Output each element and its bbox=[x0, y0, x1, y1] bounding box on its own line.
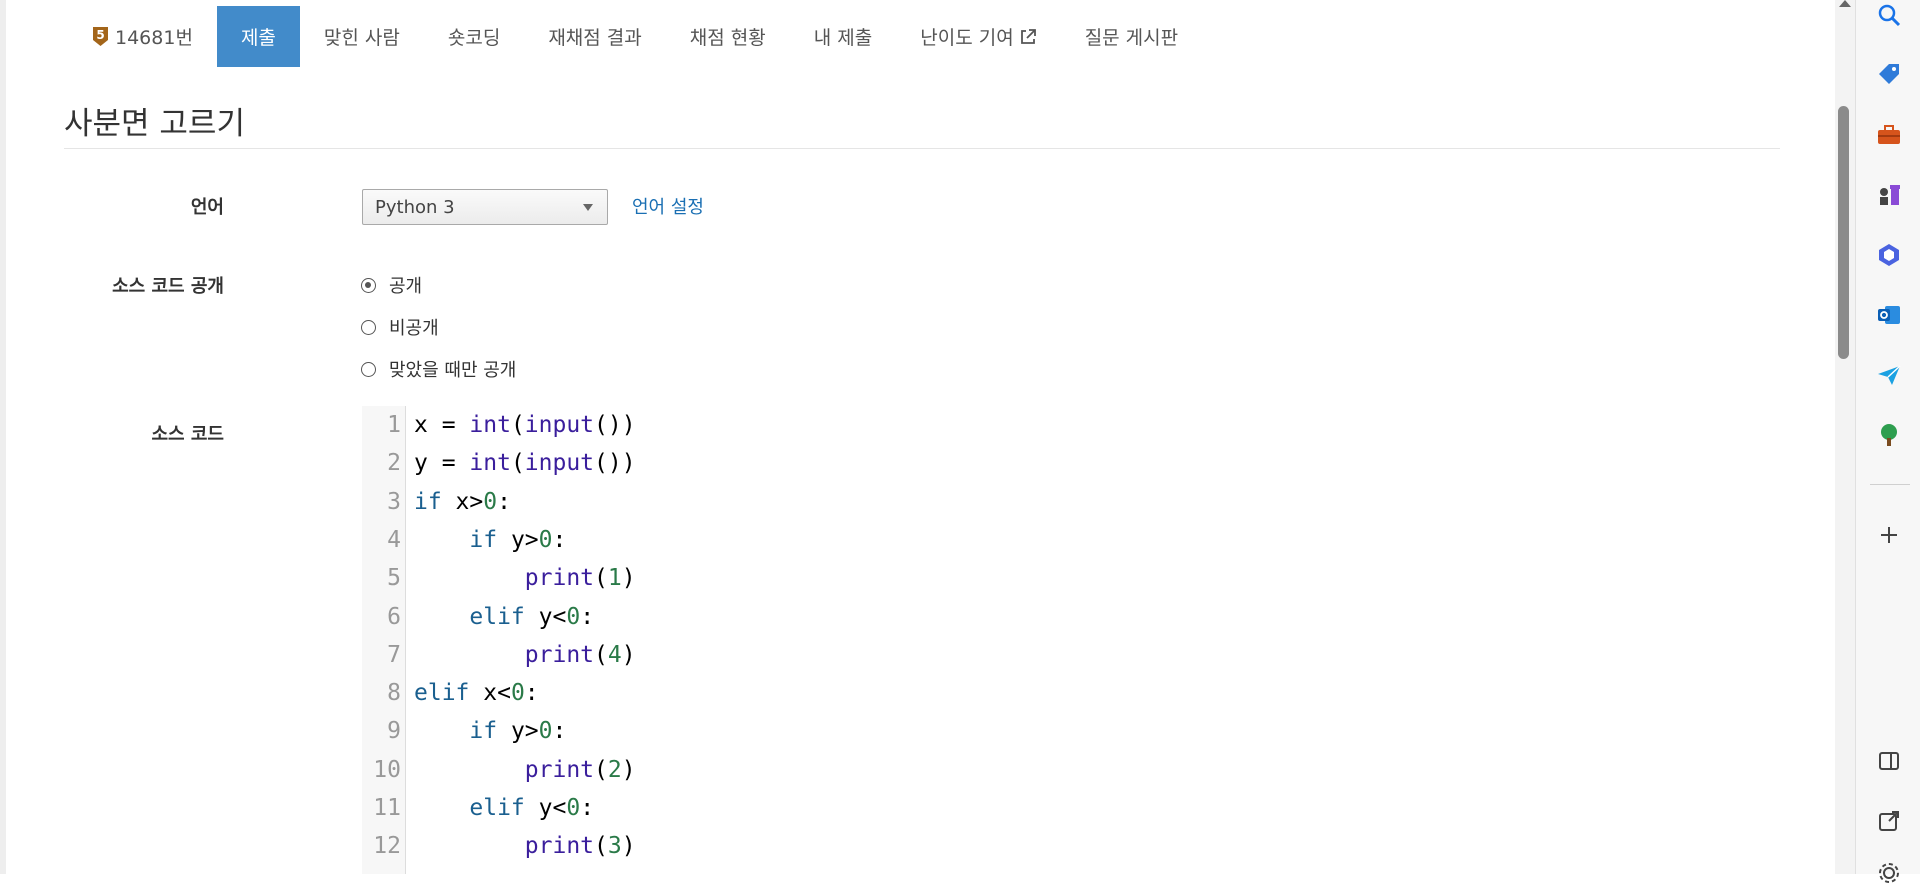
language-selected-value: Python 3 bbox=[375, 196, 455, 218]
search-icon[interactable] bbox=[1876, 2, 1902, 28]
visibility-option-private[interactable]: 비공개 bbox=[361, 314, 439, 340]
page-scrollbar[interactable] bbox=[1835, 0, 1855, 874]
line-number: 6 bbox=[387, 603, 401, 630]
scroll-up-arrow-icon[interactable] bbox=[1839, 0, 1851, 7]
line-number: 2 bbox=[387, 450, 401, 477]
tab-solvers[interactable]: 맞힌 사람 bbox=[300, 6, 424, 67]
toolbox-icon[interactable] bbox=[1876, 122, 1902, 148]
problem-nav: 5 14681번 제출 맞힌 사람 숏코딩 재채점 결과 채점 현황 내 제출 … bbox=[64, 6, 1202, 67]
tab-judge-status[interactable]: 채점 현황 bbox=[666, 6, 790, 67]
dropdown-caret-icon bbox=[583, 204, 593, 211]
radio-accepted-only[interactable] bbox=[361, 361, 376, 377]
browser-sidebar bbox=[1855, 0, 1920, 883]
code-text: x = int(input()) bbox=[414, 412, 636, 438]
title-divider bbox=[64, 148, 1780, 149]
page-title: 사분면 고르기 bbox=[64, 106, 245, 142]
visibility-option-public[interactable]: 공개 bbox=[361, 272, 422, 298]
tab-difficulty-contribution[interactable]: 난이도 기여 bbox=[896, 6, 1060, 67]
code-text: print(1) bbox=[524, 565, 636, 592]
external-open-icon[interactable] bbox=[1876, 808, 1902, 834]
settings-icon[interactable] bbox=[1876, 860, 1902, 886]
tab-short-coding[interactable]: 숏코딩 bbox=[424, 6, 524, 67]
main-area: 5 14681번 제출 맞힌 사람 숏코딩 재채점 결과 채점 현황 내 제출 … bbox=[0, 0, 1835, 874]
code-text: print(3) bbox=[524, 833, 636, 860]
tier-badge-icon: 5 bbox=[93, 27, 108, 46]
copilot-icon[interactable] bbox=[1876, 242, 1902, 268]
line-number: 10 bbox=[373, 756, 401, 783]
code-text: elif x<0: bbox=[414, 680, 539, 707]
line-number: 7 bbox=[387, 641, 401, 668]
tab-question-board[interactable]: 질문 게시판 bbox=[1061, 6, 1202, 67]
code-text: elif y<0: bbox=[469, 603, 595, 630]
line-number: 3 bbox=[387, 488, 401, 515]
radio-public[interactable] bbox=[361, 277, 376, 293]
code-text: y = int(input()) bbox=[414, 450, 636, 477]
line-number: 11 bbox=[373, 795, 401, 821]
language-label: 언어 bbox=[190, 197, 224, 218]
send-icon[interactable] bbox=[1876, 362, 1902, 388]
nav-problem-number[interactable]: 5 14681번 bbox=[64, 6, 217, 67]
external-link-icon bbox=[1020, 28, 1036, 44]
tab-rejudge-result[interactable]: 재채점 결과 bbox=[524, 6, 665, 67]
tab-my-submissions[interactable]: 내 제출 bbox=[790, 6, 896, 67]
code-text: elif y<0: bbox=[469, 795, 595, 821]
line-number: 1 bbox=[387, 412, 401, 438]
tab-submit[interactable]: 제출 bbox=[216, 6, 300, 67]
svg-text:5: 5 bbox=[96, 28, 104, 42]
tree-icon[interactable] bbox=[1876, 422, 1902, 448]
problem-number-label: 14681번 bbox=[115, 27, 193, 49]
line-number: 5 bbox=[387, 565, 401, 592]
code-text: print(4) bbox=[524, 641, 636, 668]
language-settings-link[interactable]: 언어 설정 bbox=[632, 193, 704, 219]
visibility-label: 소스 코드 공개 bbox=[112, 276, 224, 297]
radio-private[interactable] bbox=[361, 319, 376, 335]
visibility-option-accepted-only[interactable]: 맞았을 때만 공개 bbox=[361, 356, 516, 382]
tag-icon[interactable] bbox=[1876, 62, 1902, 88]
line-number: 4 bbox=[387, 526, 401, 553]
language-select[interactable]: Python 3 bbox=[362, 189, 608, 225]
code-editor[interactable]: 1 x = int(input()) 2 y = int(input()) 3 if x>… bbox=[362, 406, 1782, 874]
code-text: print(2) bbox=[524, 756, 636, 783]
source-code-label: 소스 코드 bbox=[151, 424, 224, 445]
split-view-icon[interactable] bbox=[1876, 748, 1902, 774]
chess-icon[interactable] bbox=[1876, 182, 1902, 208]
line-number: 8 bbox=[387, 680, 401, 707]
line-number: 9 bbox=[387, 718, 401, 745]
code-text: if y>0: bbox=[469, 718, 567, 745]
outlook-icon[interactable] bbox=[1876, 302, 1902, 328]
add-icon[interactable] bbox=[1876, 522, 1902, 548]
code-text: if y>0: bbox=[469, 526, 567, 553]
scroll-thumb[interactable] bbox=[1838, 106, 1849, 359]
sidebar-divider bbox=[1870, 484, 1910, 485]
line-number: 12 bbox=[373, 833, 401, 860]
code-text: if x>0: bbox=[414, 488, 511, 515]
